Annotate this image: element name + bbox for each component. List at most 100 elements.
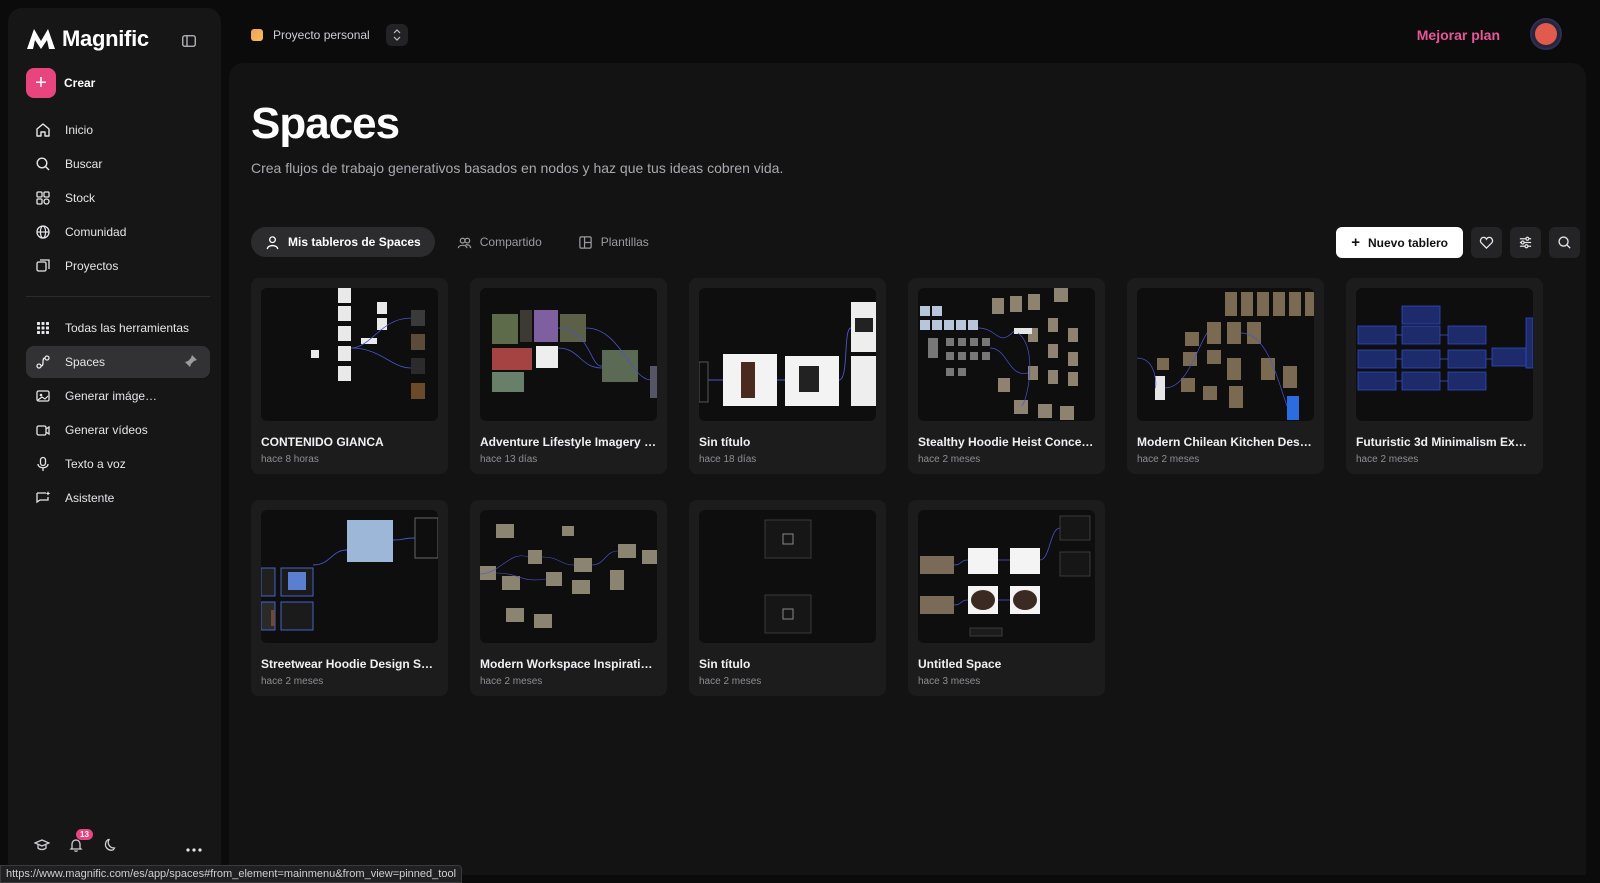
new-board-label: Nuevo tablero [1367,235,1448,250]
avatar[interactable] [1530,18,1562,50]
brand-name: Magnific [62,26,149,51]
sidebar-item-label: Asistente [65,491,115,505]
board-card[interactable]: Modern Chilean Kitchen Design ... hace 2… [1127,278,1324,474]
board-thumbnail [261,288,438,421]
tab-label: Plantillas [600,235,649,249]
board-card[interactable]: Untitled Space hace 3 meses [908,500,1105,696]
board-thumbnail [918,288,1095,421]
board-thumbnail [918,510,1095,643]
tab-label: Mis tableros de Spaces [288,235,421,249]
plus-icon: + [26,68,56,98]
board-date: hace 2 meses [261,676,324,687]
board-date: hace 8 horas [261,454,319,465]
status-bar-url: https://www.magnific.com/es/app/spaces#f… [0,865,463,883]
chevron-up-down-icon [393,29,401,41]
board-card[interactable]: Modern Workspace Inspirations hace 2 mes… [470,500,667,696]
sidebar-item-generar-videos[interactable]: Generar vídeos [26,414,210,446]
board-title: Stealthy Hoodie Heist Concepts [918,435,1095,449]
moon-icon [104,838,116,851]
search-boards-button[interactable] [1549,227,1580,258]
board-date: hace 2 meses [918,454,981,465]
upgrade-plan-link[interactable]: Mejorar plan [1417,27,1500,43]
project-switch-button[interactable] [385,24,408,46]
project-name: Proyecto personal [273,28,370,42]
sidebar-item-comunidad[interactable]: Comunidad [26,216,210,248]
sidebar-item-buscar[interactable]: Buscar [26,148,210,180]
board-title: Modern Chilean Kitchen Design ... [1137,435,1314,449]
magnific-logo-icon [27,29,55,49]
tab-compartido[interactable]: Compartido [443,227,556,257]
pin-icon[interactable] [184,354,198,368]
board-thumbnail [699,288,876,421]
notification-badge: 13 [76,829,93,840]
more-options-button[interactable] [186,840,202,858]
board-thumbnail [1356,288,1533,421]
sidebar-item-label: Buscar [65,157,103,171]
sidebar-collapse-icon [182,35,196,47]
sidebar-item-label: Texto a voz [65,457,126,471]
board-title: Sin título [699,435,751,449]
sidebar-item-label: Spaces [65,355,106,369]
board-card[interactable]: Sin título hace 2 meses [689,500,886,696]
board-card[interactable]: Stealthy Hoodie Heist Concepts hace 2 me… [908,278,1105,474]
sidebar-item-asistente[interactable]: Asistente [26,482,210,514]
sidebar-item-spaces[interactable]: Spaces [26,346,210,378]
theme-toggle-button[interactable] [102,837,118,853]
stock-icon [36,191,50,205]
board-thumbnail [261,510,438,643]
board-title: Sin título [699,657,751,671]
spaces-icon [36,355,50,369]
image-icon [36,390,50,402]
favorites-button[interactable] [1471,227,1502,258]
sidebar-item-label: Proyectos [65,259,119,273]
filter-button[interactable] [1510,227,1541,258]
node-graph-preview [764,519,812,634]
sidebar-item-stock[interactable]: Stock [26,182,210,214]
node-graph-preview [480,524,657,628]
board-title: Futuristic 3d Minimalism Explor... [1356,435,1533,449]
avatar-image [1535,23,1557,45]
new-board-button[interactable]: + Nuevo tablero [1336,227,1463,258]
create-button[interactable]: + Crear [26,68,95,98]
node-graph-preview [920,515,1091,637]
board-actions: + Nuevo tablero [1336,227,1580,258]
board-thumbnail [480,510,657,643]
sidebar-item-inicio[interactable]: Inicio [26,114,210,146]
sidebar-item-texto-a-voz[interactable]: Texto a voz [26,448,210,480]
assistant-icon [36,491,51,504]
page-title: Spaces [251,99,400,148]
board-card[interactable]: Futuristic 3d Minimalism Explor... hace … [1346,278,1543,474]
sidebar-footer: 13 [34,829,118,853]
sidebar-item-label: Comunidad [65,225,127,239]
node-graph-preview [311,288,425,399]
board-title: Streetwear Hoodie Design Sho... [261,657,438,671]
template-icon [579,235,592,249]
tab-mis-tableros[interactable]: Mis tableros de Spaces [251,227,435,257]
learn-button[interactable] [34,837,50,853]
board-title: Untitled Space [918,657,1002,671]
sidebar-item-proyectos[interactable]: Proyectos [26,250,210,282]
sidebar-item-todas-herramientas[interactable]: Todas las herramientas [26,312,210,344]
sidebar-toggle-button[interactable] [178,30,200,52]
sidebar-item-generar-imagenes[interactable]: Generar imáge… [26,380,210,412]
home-icon [36,123,50,137]
logo[interactable]: Magnific [26,26,149,52]
board-card[interactable]: CONTENIDO GIANCA hace 8 horas [251,278,448,474]
board-date: hace 13 días [480,454,538,465]
node-graph-preview [1137,292,1314,420]
board-card[interactable]: Streetwear Hoodie Design Sho... hace 2 m… [251,500,448,696]
notifications-button[interactable]: 13 [68,829,93,853]
board-thumbnail [480,288,657,421]
board-card[interactable]: Adventure Lifestyle Imagery Col... hace … [470,278,667,474]
project-selector[interactable]: Proyecto personal [251,24,408,46]
mic-icon [37,456,49,471]
globe-icon [36,225,50,239]
tab-plantillas[interactable]: Plantillas [564,227,663,257]
projects-icon [36,259,50,272]
user-icon [266,235,279,249]
search-icon [36,157,50,171]
project-color-icon [251,29,263,41]
sidebar-item-label: Inicio [65,123,94,137]
board-card[interactable]: Sin título hace 18 días [689,278,886,474]
node-graph-preview [261,517,438,631]
